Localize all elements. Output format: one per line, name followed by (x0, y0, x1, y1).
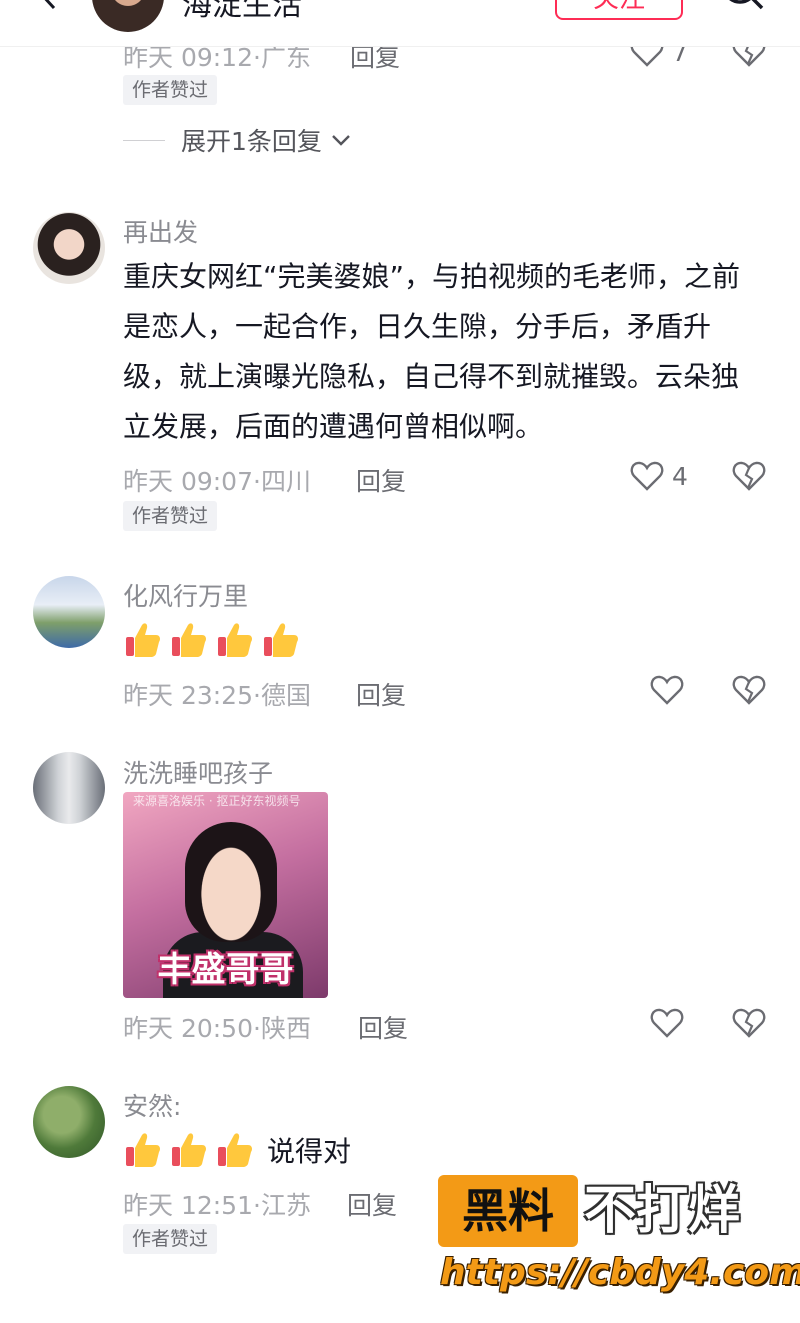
comment-username[interactable]: 化风行万里 (123, 577, 248, 613)
thumbs-up-icon (215, 1130, 255, 1170)
comment-text: 说得对 (267, 1135, 352, 1168)
avatar[interactable] (33, 1086, 105, 1158)
thumbs-up-icon (123, 620, 163, 660)
reply-button[interactable]: 回复 (356, 676, 406, 712)
expand-replies-label: 展开1条回复 (181, 127, 322, 156)
author-avatar[interactable] (92, 0, 164, 32)
follow-button[interactable]: 关注 (555, 0, 683, 20)
comment-meta: 昨天 12:51·江苏 (123, 1191, 311, 1220)
avatar[interactable] (33, 576, 105, 648)
reply-button[interactable]: 回复 (356, 462, 406, 498)
heart-icon[interactable] (650, 674, 684, 706)
comment-username[interactable]: 安然: (123, 1087, 181, 1123)
like-count: 4 (672, 461, 688, 491)
like-button[interactable]: 4 (630, 460, 688, 492)
divider (123, 139, 165, 141)
emoji-row (123, 620, 301, 660)
heart-icon[interactable] (650, 1007, 684, 1039)
thumbs-up-icon (169, 1130, 209, 1170)
comment-username[interactable]: 再出发 (123, 213, 198, 249)
comment-username[interactable]: 洗洗睡吧孩子 (123, 754, 273, 790)
back-arrow-icon[interactable] (32, 0, 62, 10)
top-header: 海淀生活 关注 (0, 0, 800, 47)
author-name[interactable]: 海淀生活 (182, 0, 302, 24)
chevron-down-icon (332, 135, 350, 146)
thumbs-up-icon (261, 620, 301, 660)
avatar[interactable] (33, 212, 105, 284)
author-liked-badge: 作者赞过 (123, 501, 218, 531)
comment-meta: 昨天 20:50·陕西 (123, 1014, 311, 1043)
reply-button[interactable]: 回复 (347, 1186, 397, 1222)
author-liked-badge: 作者赞过 (123, 1224, 218, 1254)
comment-text-row: 说得对 (123, 1130, 351, 1170)
watermark-url: https://cbdy4.com (440, 1252, 800, 1293)
sticker-source-text: 来源喜洛娱乐 · 抠正好东视频号 (133, 794, 301, 808)
search-icon[interactable] (718, 0, 768, 16)
broken-heart-icon[interactable] (732, 1007, 766, 1039)
comment-meta: 昨天 23:25·德国 (123, 681, 311, 710)
avatar[interactable] (33, 752, 105, 824)
broken-heart-icon[interactable] (732, 674, 766, 706)
comment-text: 重庆女网红“完美婆娘”，与拍视频的毛老师，之前是恋人，一起合作，日久生隙，分手后… (123, 260, 741, 443)
thumbs-up-icon (123, 1130, 163, 1170)
thumbs-up-icon (215, 620, 255, 660)
thumbs-up-icon (169, 620, 209, 660)
heart-icon (630, 461, 664, 491)
broken-heart-icon[interactable] (732, 460, 766, 492)
expand-replies-button[interactable]: 展开1条回复 (123, 122, 352, 158)
watermark-logo: 黑料 (438, 1175, 578, 1247)
sticker-caption: 丰盛哥哥 (157, 950, 294, 990)
comment-meta: 昨天 09:07·四川 (123, 467, 311, 496)
sticker-image[interactable]: 来源喜洛娱乐 · 抠正好东视频号 丰盛哥哥 (123, 792, 328, 998)
watermark-text: 不打烊 (584, 1181, 741, 1241)
sticker-figure-face (185, 822, 277, 942)
reply-button[interactable]: 回复 (358, 1009, 408, 1045)
author-liked-badge: 作者赞过 (123, 75, 218, 105)
